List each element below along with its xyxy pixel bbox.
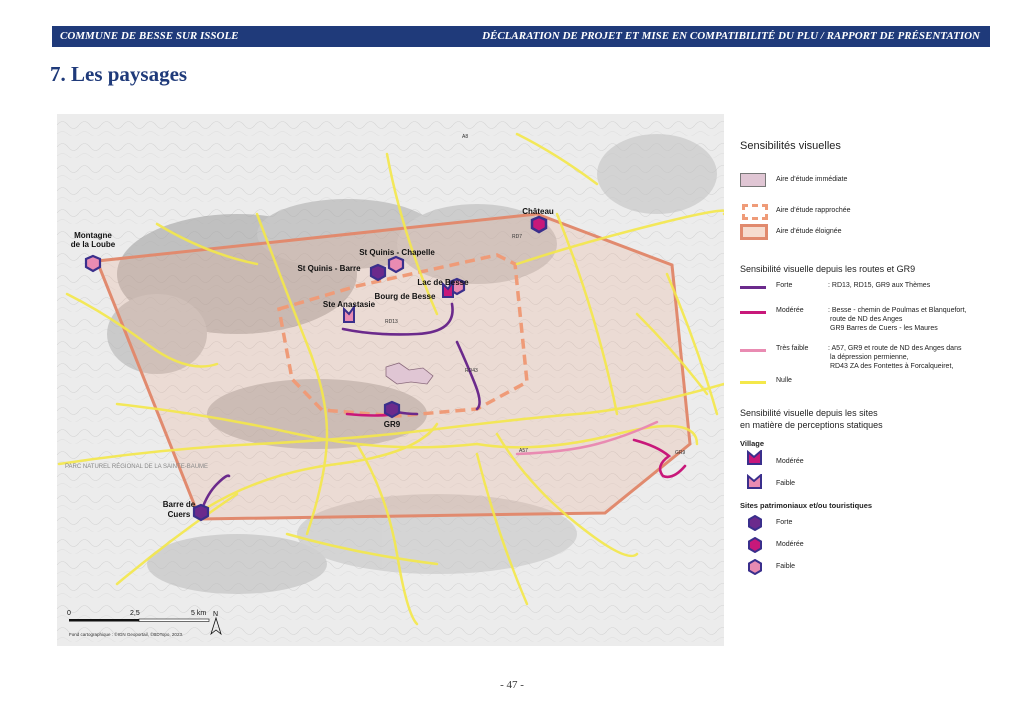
legend-zone-immediate: Aire d'étude immédiate (776, 176, 848, 183)
legend-route-moderee-level: Modérée (776, 307, 804, 314)
site-gr9 (383, 400, 401, 419)
legend-village-moderee: Modérée (776, 458, 804, 465)
legend-route-forte-desc: : RD13, RD15, GR9 aux Thèmes (828, 282, 931, 289)
legend-route-tres-faible-level: Très faible (776, 345, 809, 352)
road-label-gr9: GR9 (675, 450, 686, 456)
swatch-zone-immediate (740, 173, 766, 187)
swatch-route-tres-faible (740, 349, 766, 352)
site-montagne-de-la-loube (84, 254, 102, 273)
swatch-zone-rapprochee (742, 204, 768, 220)
label-st-quinis-barre: St Quinis - Barre (297, 264, 361, 273)
header-band: COMMUNE DE BESSE SUR ISSOLE DÉCLARATION … (52, 26, 990, 47)
legend-zone-rapprochee: Aire d'étude rapprochée (776, 207, 851, 214)
legend-village-faible: Faible (776, 480, 796, 487)
label-montagne-1: Montagne (74, 231, 112, 240)
header-right: DÉCLARATION DE PROJET ET MISE EN COMPATI… (482, 30, 980, 42)
legend-route-tres-faible-desc-1: : A57, GR9 et route de ND des Anges dans (828, 345, 962, 352)
legend-patrimoine-title: Sites patrimoniaux et/ou touristiques (740, 501, 873, 510)
label-chateau: Château (522, 207, 554, 216)
legend-site-forte: Forte (776, 519, 793, 526)
scale-zero: 0 (67, 610, 71, 617)
road-label-a57: A57 (519, 448, 528, 454)
legend-route-tres-faible-desc-2: la dépression permienne, (830, 354, 909, 361)
header-left: COMMUNE DE BESSE SUR ISSOLE (60, 30, 239, 42)
legend-sites-title-2: en matière de perceptions statiques (740, 420, 883, 430)
swatch-zone-eloignee (740, 224, 768, 240)
site-st-quinis-barre (369, 263, 387, 282)
label-ste-anastasie: Ste Anastasie (323, 300, 376, 309)
legend-site-faible: Faible (776, 563, 796, 570)
label-bourg-de-besse: Bourg de Besse (375, 292, 436, 301)
label-montagne-2: de la Loube (71, 240, 116, 249)
swatch-route-forte (740, 286, 766, 289)
legend-route-moderee-desc-1: : Besse - chemin de Poulmas et Blanquefo… (828, 307, 967, 314)
site-chateau (530, 215, 548, 234)
site-forte-icon (748, 515, 762, 531)
road-label-a8: A8 (462, 134, 468, 140)
map-credit: Fond cartographique : ©IGN Geoportail, ©… (69, 631, 183, 637)
scale-mid: 2,5 (130, 610, 140, 617)
legend-sites-title-1: Sensibilité visuelle depuis les sites (740, 408, 878, 418)
map-background-text: PARC NATUREL RÉGIONAL DE LA SAINTE-BAUME (65, 463, 208, 470)
label-st-quinis-chapelle: St Quinis - Chapelle (359, 248, 435, 257)
label-gr9: GR9 (384, 420, 401, 429)
village-faible-icon (747, 474, 762, 489)
road-label-rd43: RD43 (465, 368, 478, 374)
scale-end: 5 km (191, 610, 206, 617)
road-label-rd7: RD7 (512, 234, 522, 240)
landscape-sensitivity-map: A8 RD13 RD43 A57 RD7 GR9 PARC NATUREL RÉ… (57, 114, 724, 646)
north-label: N (213, 611, 218, 618)
village-moderee-icon (747, 450, 762, 465)
legend-route-forte-level: Forte (776, 282, 793, 289)
road-label-rd13: RD13 (385, 319, 398, 325)
legend-route-tres-faible-desc-3: RD43 ZA des Fontettes à Forcalqueiret, (830, 363, 954, 370)
page-number: - 47 - (500, 679, 524, 691)
site-st-quinis-chapelle (387, 255, 405, 274)
label-barre-de-cuers-2: Cuers (168, 510, 191, 519)
legend-route-nulle-level: Nulle (776, 377, 792, 384)
legend-village-title: Village (740, 439, 765, 448)
legend-title: Sensibilités visuelles (740, 140, 841, 152)
legend-routes-title: Sensibilité visuelle depuis les routes e… (740, 264, 916, 274)
site-faible-icon (748, 559, 762, 575)
legend-zone-eloignee: Aire d'étude éloignée (776, 228, 842, 235)
legend-route-moderee-desc-2: route de ND des Anges (830, 316, 903, 323)
legend-site-moderee: Modérée (776, 541, 804, 548)
section-title: 7. Les paysages (50, 62, 188, 86)
swatch-route-moderee (740, 311, 766, 314)
site-barre-de-cuers (192, 503, 210, 522)
swatch-route-nulle (740, 381, 766, 384)
site-moderee-icon (748, 537, 762, 553)
legend-route-moderee-desc-3: GR9 Barres de Cuers - les Maures (830, 325, 938, 332)
label-barre-de-cuers-1: Barre de (163, 500, 196, 509)
label-lac-de-besse: Lac de Besse (417, 278, 469, 287)
